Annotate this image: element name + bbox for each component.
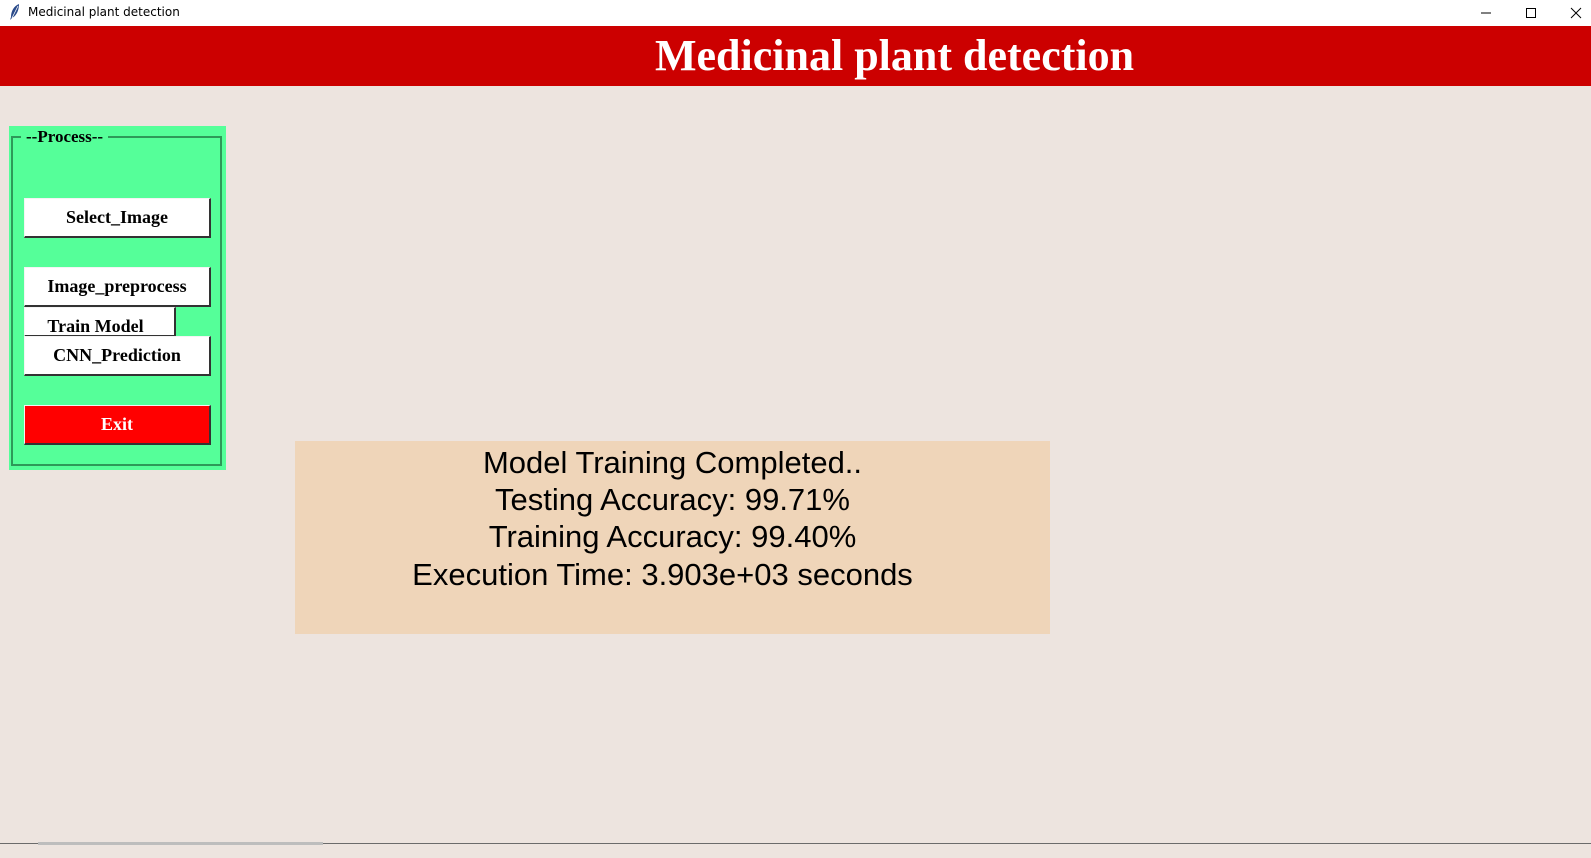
close-icon <box>1570 7 1581 19</box>
execution-time-text: Execution Time: 3.903e+03 seconds <box>412 557 913 592</box>
process-panel: --Process-- Select_Image Image_preproces… <box>9 126 226 470</box>
maximize-icon <box>1525 8 1536 18</box>
close-button[interactable] <box>1553 0 1591 26</box>
horizontal-scrollbar[interactable] <box>38 842 323 845</box>
cnn-prediction-button[interactable]: CNN_Prediction <box>24 336 211 376</box>
training-accuracy-text: Training Accuracy: 99.40% <box>488 519 857 554</box>
header-banner: Medicinal plant detection <box>0 26 1591 86</box>
page-title: Medicinal plant detection <box>655 31 1135 80</box>
window-titlebar: Medicinal plant detection <box>0 0 1591 26</box>
testing-accuracy-text: Testing Accuracy: 99.71% <box>495 482 850 517</box>
training-result-panel: Model Training Completed.. Testing Accur… <box>295 441 1050 634</box>
minimize-button[interactable] <box>1463 0 1508 26</box>
result-status-text: Model Training Completed.. <box>482 445 863 480</box>
feather-icon <box>8 3 22 21</box>
process-legend: --Process-- <box>21 127 109 147</box>
minimize-icon <box>1480 12 1491 14</box>
maximize-button[interactable] <box>1508 0 1553 26</box>
select-image-button[interactable]: Select_Image <box>24 198 211 238</box>
window-title: Medicinal plant detection <box>28 5 180 19</box>
exit-button[interactable]: Exit <box>24 405 211 445</box>
image-preprocess-button[interactable]: Image_preprocess <box>24 267 211 307</box>
train-model-button[interactable]: Train Model <box>24 307 176 337</box>
